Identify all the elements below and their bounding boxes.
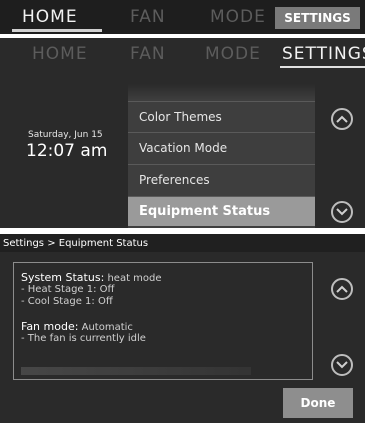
tab-mode[interactable]: MODE bbox=[210, 7, 266, 27]
time-label: 12:07 am bbox=[26, 141, 108, 161]
equipment-status-panel: System Status: heat mode - Heat Stage 1:… bbox=[13, 262, 313, 380]
settings-menu: Color Themes Vacation Mode Preferences E… bbox=[128, 84, 315, 228]
tab-home[interactable]: HOME bbox=[22, 7, 78, 27]
menu-item-color-themes[interactable]: Color Themes bbox=[128, 101, 315, 131]
settings-tab-bar: HOME FAN MODE SETTINGS bbox=[0, 38, 365, 68]
scroll-down-button[interactable] bbox=[331, 354, 353, 376]
tab-fan[interactable]: FAN bbox=[130, 44, 166, 64]
fan-mode-line: Fan mode: Automatic bbox=[21, 320, 133, 333]
scroll-up-button[interactable] bbox=[331, 108, 353, 130]
chevron-up-icon bbox=[336, 115, 348, 123]
active-tab-indicator bbox=[12, 29, 102, 32]
chevron-down-icon bbox=[336, 361, 348, 369]
active-tab-indicator bbox=[280, 66, 365, 68]
system-status-label: System Status: bbox=[21, 271, 105, 284]
top-tab-bar: HOME FAN MODE SETTINGS bbox=[0, 0, 365, 34]
cool-stage-line: - Cool Stage 1: Off bbox=[21, 296, 113, 307]
menu-item-preferences[interactable]: Preferences bbox=[128, 164, 315, 194]
more-content-fade bbox=[21, 367, 251, 375]
menu-item-vacation-mode[interactable]: Vacation Mode bbox=[128, 132, 315, 162]
chevron-up-icon bbox=[336, 285, 348, 293]
fan-mode-label: Fan mode: bbox=[21, 320, 79, 333]
chevron-down-icon bbox=[336, 208, 348, 216]
tab-home[interactable]: HOME bbox=[32, 44, 88, 64]
menu-scroll-fade bbox=[128, 84, 315, 100]
done-button[interactable]: Done bbox=[283, 388, 353, 418]
tab-settings[interactable]: SETTINGS bbox=[282, 44, 365, 64]
scroll-up-button[interactable] bbox=[331, 278, 353, 300]
system-status-value: heat mode bbox=[107, 273, 162, 284]
settings-screen: HOME FAN MODE SETTINGS Saturday, Jun 15 … bbox=[0, 38, 365, 228]
date-label: Saturday, Jun 15 bbox=[28, 130, 103, 140]
scroll-down-button[interactable] bbox=[331, 201, 353, 223]
fan-mode-value: Automatic bbox=[81, 322, 133, 333]
tab-mode[interactable]: MODE bbox=[205, 44, 261, 64]
fan-state-line: - The fan is currently idle bbox=[21, 333, 146, 344]
tab-settings[interactable]: SETTINGS bbox=[275, 7, 360, 29]
heat-stage-line: - Heat Stage 1: Off bbox=[21, 284, 115, 295]
menu-item-equipment-status[interactable]: Equipment Status bbox=[128, 196, 315, 226]
breadcrumb: Settings > Equipment Status bbox=[0, 234, 365, 252]
equipment-status-screen: Settings > Equipment Status System Statu… bbox=[0, 234, 365, 423]
system-status-line: System Status: heat mode bbox=[21, 271, 162, 284]
tab-fan[interactable]: FAN bbox=[130, 7, 166, 27]
